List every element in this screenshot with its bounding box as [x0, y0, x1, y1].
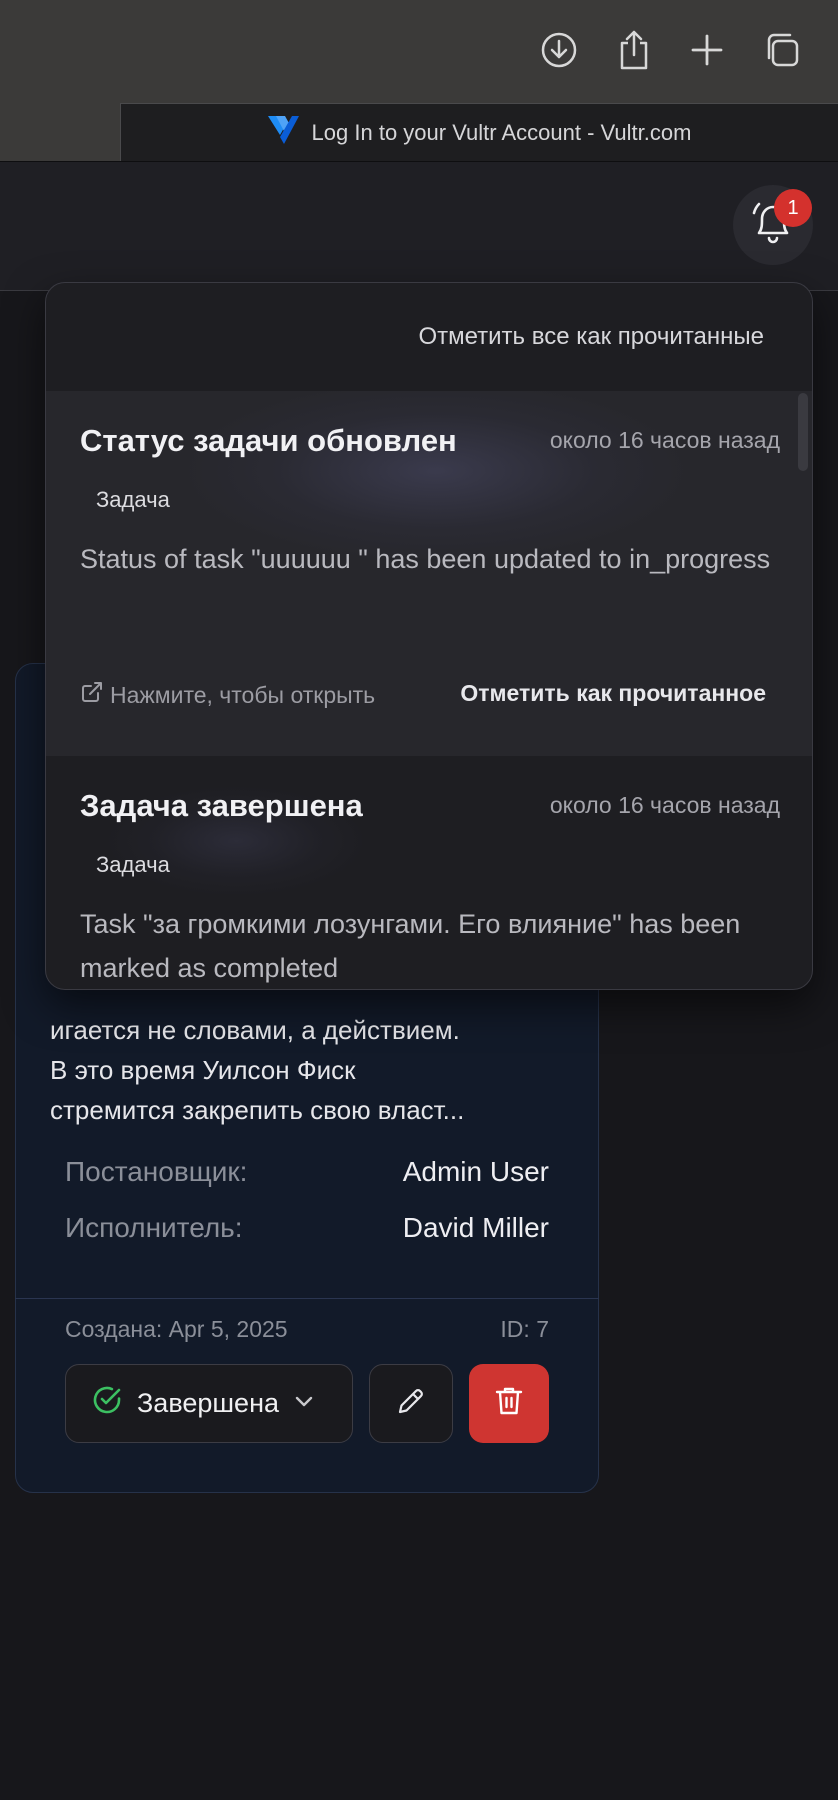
notification-body: Task "за громкими лозунгами. Его влияние… — [80, 909, 741, 983]
hover-glow — [186, 391, 686, 561]
notification-badge: 1 — [774, 189, 812, 227]
trash-icon — [494, 1385, 524, 1422]
plus-icon[interactable] — [685, 26, 729, 74]
status-value: Завершена — [137, 1388, 280, 1418]
external-link-icon — [80, 680, 104, 710]
delete-button[interactable] — [469, 1364, 549, 1443]
mark-all-read-button[interactable]: Отметить все как прочитанные — [418, 323, 764, 351]
tab-bar: Log In to your Vultr Account - Vultr.com — [0, 103, 838, 161]
task-id: ID: 7 — [500, 1316, 549, 1342]
tabs-icon[interactable] — [760, 26, 804, 74]
notification-title: Задача завершена — [80, 788, 363, 823]
task-description: игается не словами, а действием. В это в… — [50, 1015, 465, 1125]
vultr-logo-icon — [267, 116, 302, 149]
notification-title: Статус задачи обновлен — [80, 423, 457, 458]
card-divider — [15, 1298, 599, 1299]
notifications-dropdown: Отметить все как прочитанные Статус зада… — [45, 282, 813, 990]
notification-item[interactable]: Статус задачи обновлен около 16 часов на… — [46, 391, 812, 756]
open-notification-link[interactable]: Нажмите, чтобы открыть — [80, 680, 375, 710]
assignee-value: David Miller — [402, 1212, 549, 1243]
app-header — [0, 161, 838, 291]
notification-tag: Задача — [96, 487, 170, 512]
notification-time: около 16 часов назад — [549, 792, 780, 818]
chevron-down-icon — [293, 1388, 315, 1419]
download-icon[interactable] — [537, 26, 581, 74]
scrollbar[interactable] — [798, 393, 808, 471]
assigner-label: Постановщик: — [65, 1156, 248, 1187]
open-link-label: Нажмите, чтобы открыть — [110, 681, 376, 708]
tab-title: Log In to your Vultr Account - Vultr.com — [311, 119, 692, 145]
tab-active[interactable]: Log In to your Vultr Account - Vultr.com — [120, 103, 838, 161]
assignee-label: Исполнитель: — [65, 1212, 243, 1243]
assigner-row: Постановщик: Admin User — [65, 1156, 549, 1188]
notification-body: Status of task "uuuuuu " has been update… — [80, 544, 771, 574]
assignee-row: Исполнитель: David Miller — [65, 1212, 549, 1244]
notification-tag: Задача — [96, 852, 170, 877]
notification-time: около 16 часов назад — [549, 427, 780, 453]
tab-inactive[interactable] — [0, 103, 120, 161]
share-icon[interactable] — [612, 26, 656, 74]
created-date: Создана: Apr 5, 2025 — [65, 1316, 288, 1342]
task-footer: Создана: Apr 5, 2025 ID: 7 — [65, 1316, 549, 1343]
status-select[interactable]: Завершена — [65, 1364, 353, 1443]
check-circle-icon — [91, 1384, 123, 1423]
notification-item[interactable]: Задача завершена около 16 часов назад За… — [46, 756, 812, 989]
mark-read-button[interactable]: Отметить как прочитанное — [460, 680, 766, 707]
browser-toolbar — [0, 0, 838, 103]
assigner-value: Admin User — [402, 1156, 549, 1187]
pencil-icon — [396, 1386, 426, 1421]
edit-button[interactable] — [369, 1364, 453, 1443]
